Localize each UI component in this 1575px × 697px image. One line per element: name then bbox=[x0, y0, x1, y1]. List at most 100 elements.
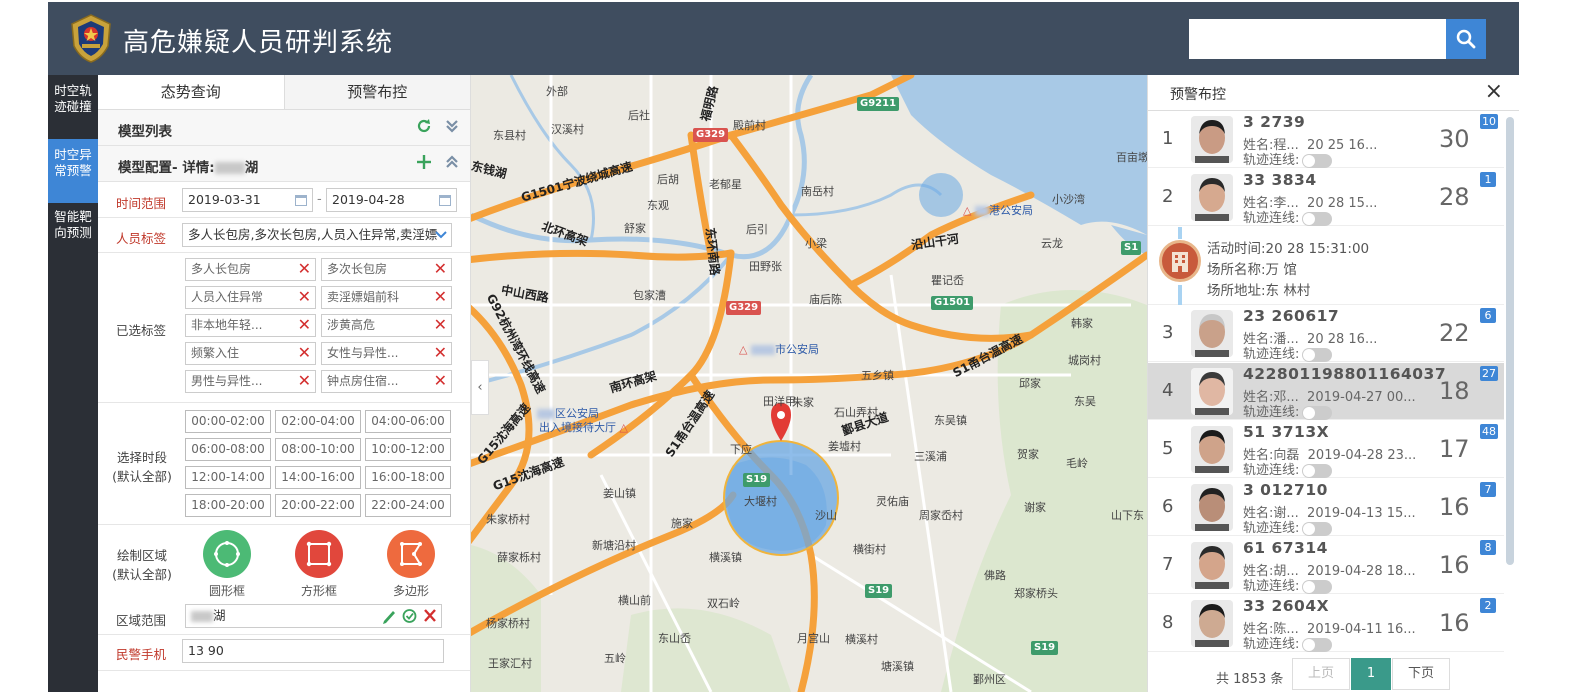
next-page-button[interactable]: 下页 bbox=[1392, 658, 1450, 690]
selected-tag[interactable]: 非本地年轻... ✕ bbox=[185, 314, 316, 337]
map-label: 殿前村 bbox=[733, 119, 766, 132]
remove-tag-icon[interactable]: ✕ bbox=[434, 342, 447, 363]
selected-tag[interactable]: 男性与异性... ✕ bbox=[185, 370, 316, 393]
highway-shield: S19 bbox=[865, 584, 893, 598]
blurred-text bbox=[214, 162, 245, 174]
remove-tag-icon[interactable]: ✕ bbox=[298, 286, 311, 307]
track-toggle[interactable] bbox=[1302, 637, 1333, 652]
tab-warning-control[interactable]: 预警布控 bbox=[283, 75, 470, 109]
person-row[interactable]: 63 012710 姓名:谢... 2019-04-13 15... 轨迹连线: 16… bbox=[1148, 479, 1504, 536]
track-toggle[interactable] bbox=[1302, 153, 1333, 168]
nav-item-anomaly-warning[interactable]: 时空异常预警 bbox=[48, 139, 98, 203]
map-label: 横街村 bbox=[853, 543, 886, 556]
time-slot[interactable]: 20:00-22:00 bbox=[275, 494, 361, 517]
map-view[interactable]: ‹ 外部 后社 东县村 汉溪村 殿前村 后胡 老郁星 南岳村 东观 舒家 后引 … bbox=[471, 75, 1147, 692]
person-tag-select[interactable]: 多人长包房,多次长包房,人员入住异常,卖淫嫖 bbox=[182, 223, 452, 247]
remove-tag-icon[interactable]: ✕ bbox=[434, 370, 447, 391]
person-row[interactable]: 8 33 2604X 姓名:陈... 2019-04-11 16... 轨迹连线: 16… bbox=[1148, 595, 1504, 652]
tab-situation-query[interactable]: 态势查询 bbox=[98, 75, 284, 109]
time-slot[interactable]: 06:00-08:00 bbox=[185, 438, 271, 461]
date-start-input[interactable]: 2019-03-31 bbox=[182, 188, 313, 212]
time-slot[interactable]: 14:00-16:00 bbox=[275, 466, 361, 489]
add-icon[interactable] bbox=[416, 154, 432, 170]
time-slot[interactable]: 16:00-18:00 bbox=[365, 466, 451, 489]
edit-icon[interactable] bbox=[382, 605, 396, 625]
prev-page-button[interactable]: 上页 bbox=[1292, 658, 1350, 690]
double-chevron-down-icon[interactable] bbox=[444, 118, 460, 134]
person-row[interactable]: 13 2739 姓名:程... 20 25 16... 轨迹连线: 30 10 bbox=[1148, 111, 1504, 168]
time-slot[interactable]: 18:00-20:00 bbox=[185, 494, 271, 517]
person-row[interactable]: 3 23 260617 姓名:潘... 20 28 16... 轨迹连线: 22 6 bbox=[1148, 305, 1504, 362]
count-badge: 2 bbox=[1480, 598, 1496, 613]
track-toggle[interactable] bbox=[1302, 211, 1333, 226]
place-activity-card[interactable]: 活动时间:20 28 15:31:00 场所名称:万 馆 场所地址:东 林村 bbox=[1148, 227, 1504, 305]
map-label: 外部 bbox=[546, 85, 568, 98]
calendar-icon[interactable] bbox=[438, 193, 452, 207]
selected-tags-row: 已选标签 多人长包房 ✕ 多次长包房 ✕ 人员入住异常 ✕ 卖淫嫖娼前科 ✕ 非本地年轻… bbox=[98, 253, 470, 403]
track-toggle[interactable] bbox=[1302, 521, 1333, 536]
scrollbar[interactable] bbox=[1506, 117, 1514, 565]
draw-rectangle-button[interactable] bbox=[295, 530, 343, 578]
selected-tag[interactable]: 钟点房住宿... ✕ bbox=[321, 370, 452, 393]
person-list: 13 2739 姓名:程... 20 25 16... 轨迹连线: 30 10 2 33 3… bbox=[1148, 111, 1504, 652]
calendar-icon[interactable] bbox=[294, 193, 308, 207]
person-row[interactable]: 7 61 67314 姓名:胡... 2019-04-28 18... 轨迹连线: 16… bbox=[1148, 537, 1504, 594]
selected-tag[interactable]: 多次长包房 ✕ bbox=[321, 258, 452, 281]
date-end-input[interactable]: 2019-04-28 bbox=[326, 188, 457, 212]
time-slot[interactable]: 10:00-12:00 bbox=[365, 438, 451, 461]
person-row[interactable]: 4 422801198801164037 姓名:邓... 2019-04-27 00… bbox=[1148, 363, 1504, 420]
remove-tag-icon[interactable]: ✕ bbox=[434, 286, 447, 307]
double-chevron-up-icon[interactable] bbox=[444, 154, 460, 170]
map-label: 横溪镇 bbox=[709, 551, 742, 564]
remove-tag-icon[interactable]: ✕ bbox=[298, 258, 311, 279]
blurred-text bbox=[537, 409, 555, 419]
map-label: 小梁 bbox=[805, 237, 827, 250]
chevron-left-icon: ‹ bbox=[477, 380, 483, 395]
time-slot[interactable]: 02:00-04:00 bbox=[275, 410, 361, 433]
close-icon[interactable] bbox=[423, 605, 437, 625]
refresh-icon[interactable] bbox=[416, 118, 432, 134]
remove-tag-icon[interactable]: ✕ bbox=[298, 342, 311, 363]
close-icon[interactable]: × bbox=[1485, 79, 1503, 104]
nav-item-targeted-prediction[interactable]: 智能靶向预测 bbox=[48, 203, 98, 267]
track-toggle[interactable] bbox=[1302, 347, 1333, 362]
remove-tag-icon[interactable]: ✕ bbox=[434, 314, 447, 335]
time-slot[interactable]: 00:00-02:00 bbox=[185, 410, 271, 433]
selected-tag[interactable]: 女性与异性... ✕ bbox=[321, 342, 452, 365]
selected-tag[interactable]: 多人长包房 ✕ bbox=[185, 258, 316, 281]
selected-tag[interactable]: 频繁入住 ✕ bbox=[185, 342, 316, 365]
search-input[interactable] bbox=[1189, 19, 1446, 59]
selected-tag[interactable]: 人员入住异常 ✕ bbox=[185, 286, 316, 309]
person-id: 23 260617 bbox=[1243, 307, 1340, 325]
track-toggle[interactable] bbox=[1302, 405, 1333, 420]
police-emblem-icon bbox=[66, 12, 116, 64]
time-slot[interactable]: 22:00-24:00 bbox=[365, 494, 451, 517]
model-list-header[interactable]: 模型列表 bbox=[98, 110, 470, 146]
selected-tag[interactable]: 卖淫嫖娼前科 ✕ bbox=[321, 286, 452, 309]
selected-tag[interactable]: 涉黄高危 ✕ bbox=[321, 314, 452, 337]
track-toggle[interactable] bbox=[1302, 463, 1333, 478]
remove-tag-icon[interactable]: ✕ bbox=[434, 258, 447, 279]
person-row[interactable]: 5 51 3713X 姓名:向磊 2019-04-28 23... 轨迹连线: 17 48 bbox=[1148, 421, 1504, 478]
time-slots-label: 选择时段 bbox=[116, 450, 167, 465]
draw-circle-button[interactable] bbox=[203, 530, 251, 578]
remove-tag-icon[interactable]: ✕ bbox=[298, 370, 311, 391]
person-row[interactable]: 2 33 3834 姓名:李... 20 28 15... 轨迹连线: 28 1 bbox=[1148, 169, 1504, 226]
page-number-button[interactable]: 1 bbox=[1351, 658, 1391, 690]
check-circle-icon[interactable] bbox=[402, 605, 417, 625]
map-label: 毛岭 bbox=[1066, 457, 1088, 470]
time-slot[interactable]: 12:00-14:00 bbox=[185, 466, 271, 489]
draw-polygon-button[interactable] bbox=[387, 530, 435, 578]
time-slot[interactable]: 08:00-10:00 bbox=[275, 438, 361, 461]
search-button[interactable] bbox=[1446, 19, 1486, 59]
phone-input[interactable]: 13 90 bbox=[182, 639, 444, 663]
model-config-header[interactable]: 模型配置- 详情: 湖 bbox=[98, 146, 470, 182]
remove-tag-icon[interactable]: ✕ bbox=[298, 314, 311, 335]
time-slot[interactable]: 04:00-06:00 bbox=[365, 410, 451, 433]
map-label: 下应 bbox=[730, 443, 752, 456]
track-label: 轨迹连线: bbox=[1243, 463, 1300, 478]
nav-item-trajectory-collision[interactable]: 时空轨迹碰撞 bbox=[48, 75, 98, 139]
area-range-input[interactable]: 湖 bbox=[185, 604, 442, 628]
collapse-panel-button[interactable]: ‹ bbox=[471, 360, 489, 415]
track-toggle[interactable] bbox=[1302, 579, 1333, 594]
